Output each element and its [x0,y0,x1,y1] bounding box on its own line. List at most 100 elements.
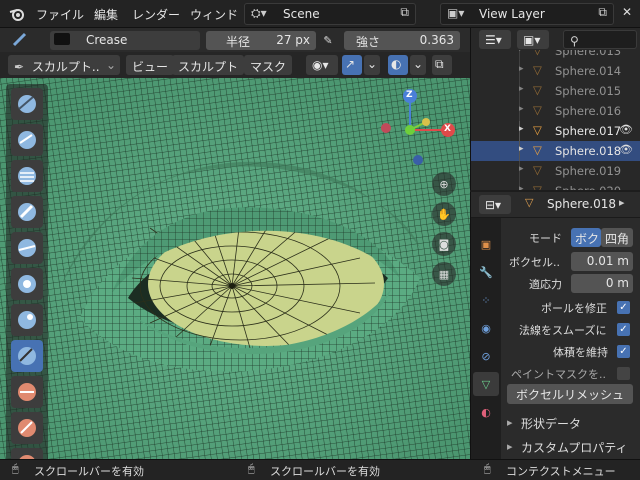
properties-header: ⊟▾ ▽ Sphere.018 ▸ [471,192,640,218]
view-layer-icon: ▣▾ [447,6,465,20]
custom-props-panel[interactable]: ▸ カスタムプロパティ [471,438,640,458]
editor-type-selector[interactable]: ⊟▾ [479,195,511,214]
zoom-icon[interactable]: ⊕ [432,172,456,196]
gizmo-dropdown[interactable]: ⌄ [364,55,380,75]
grid-view-icon[interactable]: ▦ [432,262,456,286]
mode-quad-button[interactable]: 四角 [601,228,633,247]
outliner-item[interactable]: ▸ ▽ Sphere.018 👁 [471,141,640,161]
outliner-item[interactable]: ▸▽Sphere.015👁 [471,81,640,101]
gizmo-toggle[interactable]: ↗ [342,55,362,75]
outliner-item[interactable]: ▸▽Sphere.020👁 [471,181,640,190]
tool-layer-icon[interactable] [11,232,43,264]
close-view-layer-icon[interactable]: ✕ [622,5,632,19]
outliner-item-label: Sphere.014 [555,64,622,78]
overlay-dropdown[interactable]: ⌄ [410,55,426,75]
navigation-gizmo[interactable] [376,84,466,184]
fix-poles-label: ポールを修正 [541,302,607,315]
view-layer-copy-icon[interactable]: ⧉ [598,5,607,20]
adaptivity-field[interactable]: 0 m [571,274,633,293]
pressure-pen-icon[interactable]: ✎ [320,32,336,48]
outliner-item[interactable]: ▸▽Sphere.019👁 [471,161,640,181]
properties-panel: ⊟▾ ▽ Sphere.018 ▸ ▣ 🔧 ⁘ ◉ ⊘ ▽ ◐ ▦ モード ボク… [470,192,640,473]
menu-file[interactable]: ファイル [36,6,84,23]
outliner-filter-mode[interactable]: ▣▾ [517,30,549,49]
radius-field[interactable]: 半径 27 px [206,31,316,50]
scene-selector[interactable]: ⛭▾ Scene ⧉ [244,3,416,25]
mask-menu[interactable]: マスク [244,55,293,75]
expand-arrow-icon[interactable]: ▸ [519,64,524,74]
tool-draw-icon[interactable] [11,88,43,120]
paint-mask-checkbox[interactable] [617,367,630,380]
outliner-item-label: Sphere.013 [555,50,622,58]
tool-smooth-icon[interactable] [11,376,43,408]
strength-field[interactable]: 強さ 0.363 [344,31,460,50]
expand-arrow-icon[interactable]: ▸ [519,104,524,114]
outliner-item-label: Sphere.015 [555,84,622,98]
search-icon: ⚲ [570,34,579,48]
mesh-object-icon: ▽ [533,143,542,157]
status-bar: 🖱 スクロールバーを有効 🖱 スクロールバーを有効 🖱 コンテクストメニュー [0,459,640,480]
view-menu[interactable]: ビュー [126,55,175,75]
overlay-toggle[interactable]: ◐ [388,55,408,75]
visibility-eye-icon[interactable]: 👁 [619,123,633,136]
pan-hand-icon[interactable]: ✋ [432,202,456,226]
brush-tool-icon[interactable] [10,31,30,49]
preserve-volume-checkbox[interactable]: ✓ [617,345,630,358]
outliner-item-label: Sphere.018 [555,144,622,158]
remesh-mode-row: モード ボク 四角 [471,228,640,248]
xray-toggle[interactable]: ⧉ [432,55,452,75]
outliner-item[interactable]: ▸▽Sphere.013👁 [471,50,640,61]
gizmo-x-label: X [444,124,451,134]
tool-clay-strips-icon[interactable] [11,196,43,228]
voxel-size-field[interactable]: 0.01 m [571,252,633,271]
expand-arrow-icon[interactable]: ▸ [519,84,524,94]
outliner-item-label: Sphere.016 [555,104,622,118]
camera-icon[interactable]: ◙ [432,232,456,256]
visibility-eye-icon[interactable]: 👁 [619,143,633,156]
tool-flatten-icon[interactable] [11,412,43,444]
voxel-size-label: ボクセル.. [509,256,560,269]
outliner-search-input[interactable]: ⚲ [563,30,637,49]
scene-copy-icon[interactable]: ⧉ [400,5,409,20]
mode-selector[interactable]: ✒ スカルプト.. ⌄ [8,55,120,75]
smooth-normals-checkbox[interactable]: ✓ [617,323,630,336]
menu-window[interactable]: ウィンド [190,6,238,23]
expand-arrow-icon[interactable]: ▸ [519,50,524,54]
view-layer-selector[interactable]: ▣▾ View Layer ⧉ [440,3,614,25]
tool-inflate-icon[interactable] [11,268,43,300]
tool-crease-icon[interactable] [11,340,43,372]
status-context: コンテクストメニュー [506,465,616,478]
mesh-data-icon: ▽ [525,196,534,209]
outliner-item[interactable]: ▸ ▽ Sphere.017 👁 [471,121,640,141]
expand-arrow-icon[interactable]: ▸ [519,184,524,190]
paint-mask-label: ペイントマスクを.. [511,368,606,381]
radius-label: 半径 [226,35,251,49]
menu-edit[interactable]: 編集 [94,6,118,23]
outliner-display-mode[interactable]: ☰▾ [479,30,511,49]
smooth-normals-label: 法線をスムーズに [519,324,607,337]
mouse-middle-icon: 🖱 [248,462,255,475]
expand-arrow-icon[interactable]: ▸ [519,124,524,134]
tool-clay-icon[interactable] [11,160,43,192]
brush-selector[interactable]: Crease [50,31,200,50]
voxel-remesh-button[interactable]: ボクセルリメッシュ [507,384,633,404]
smooth-normals-row: 法線をスムーズに ✓ [471,320,640,340]
outliner-item[interactable]: ▸▽Sphere.014👁 [471,61,640,81]
tool-blob-icon[interactable] [11,304,43,336]
expand-arrow-icon[interactable]: ▸ [519,144,524,154]
expand-arrow-icon[interactable]: ▸ [519,164,524,174]
mouse-left-icon: 🖱 [12,462,19,475]
sculpt-menu[interactable]: スカルプト [172,55,245,75]
shape-data-panel[interactable]: ▸ 形状データ [471,414,640,434]
menu-render[interactable]: レンダー [132,6,180,23]
fix-poles-checkbox[interactable]: ✓ [617,301,630,314]
3d-viewport[interactable]: Z X ⊕ ✋ ◙ ▦ [0,78,470,459]
visibility-toggle[interactable]: ◉▾ [306,55,338,75]
tool-draw-sharp-icon[interactable] [11,124,43,156]
pin-icon[interactable]: ▸ [619,196,625,209]
viewport-header: ✒ スカルプト.. ⌄ ビュー スカルプト マスク ◉▾ ↗ ⌄ ◐ ⌄ ⧉ [0,52,470,78]
blender-logo-icon[interactable] [8,5,26,23]
mode-voxel-button[interactable]: ボク [571,228,601,247]
outliner-item[interactable]: ▸▽Sphere.016👁 [471,101,640,121]
tool-fill-icon[interactable] [11,448,43,459]
